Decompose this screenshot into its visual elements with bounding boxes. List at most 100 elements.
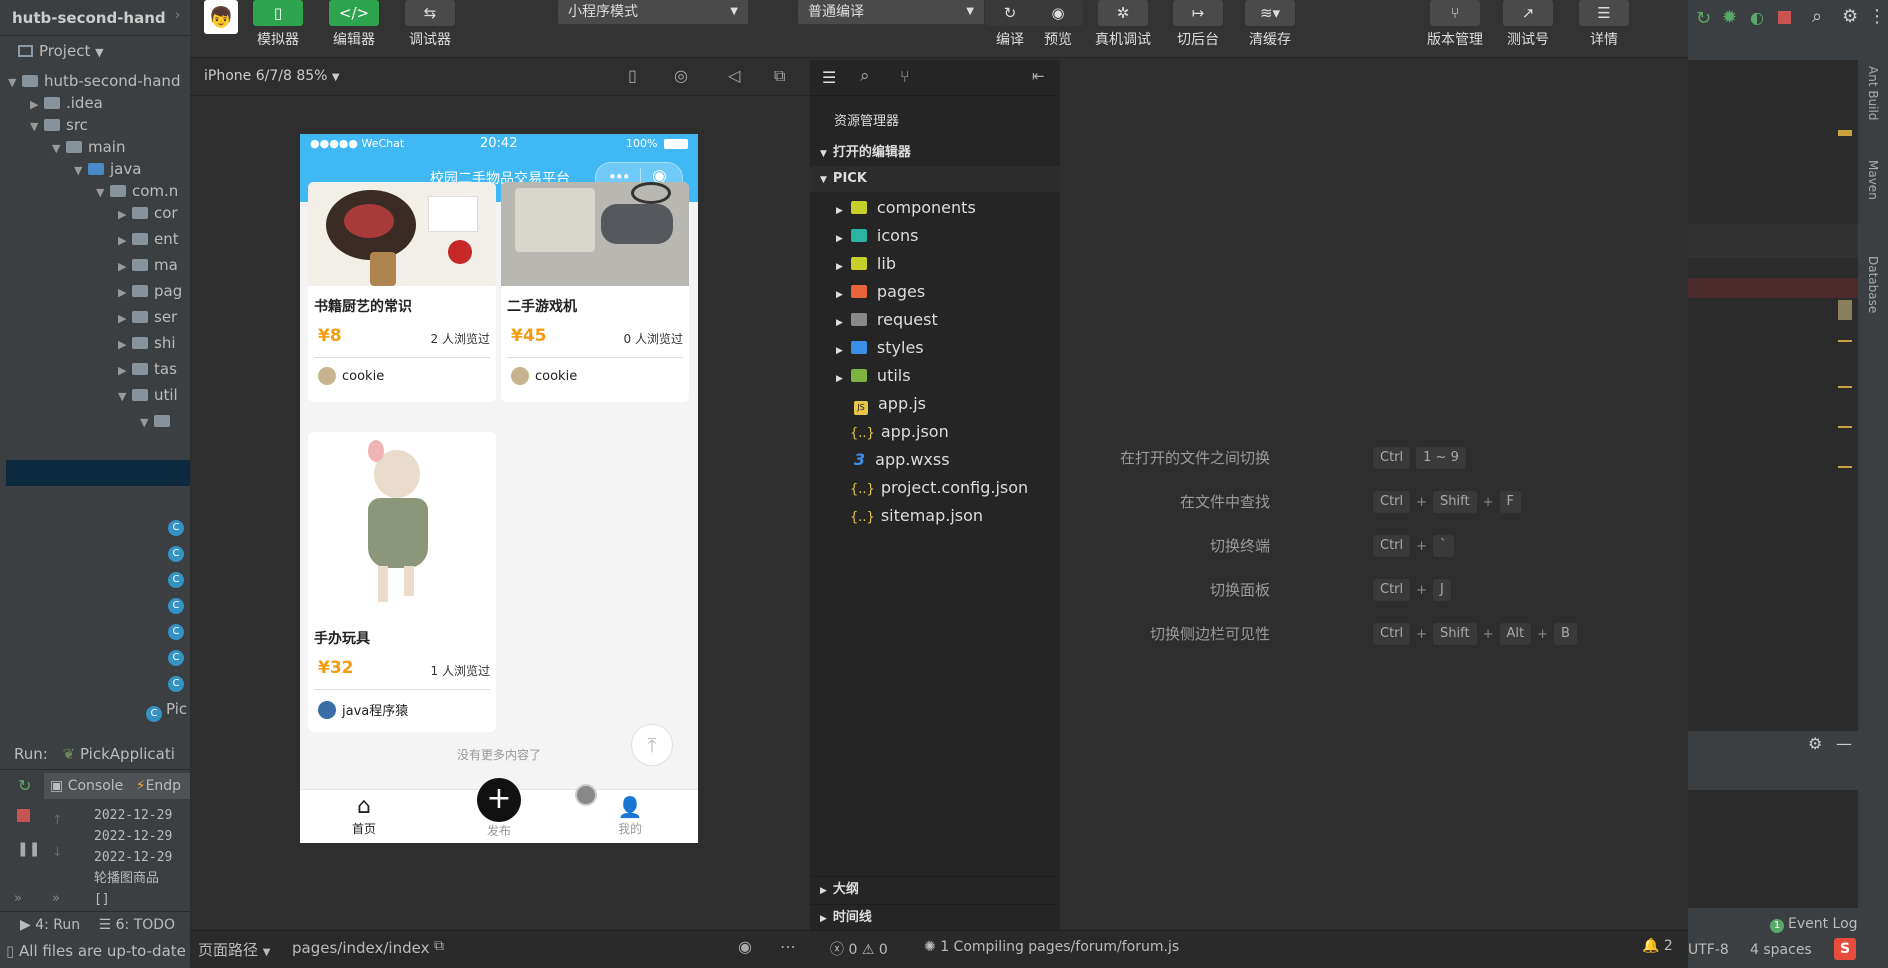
tree-item-pkg[interactable]: ▶ shi — [118, 330, 176, 356]
battery-icon — [664, 139, 688, 149]
tree-item-pkg[interactable]: ▶ ent — [118, 226, 179, 252]
settings-icon[interactable]: ⚙ — [1808, 734, 1822, 753]
outline-section[interactable]: ▶ 大纲 — [810, 876, 1060, 902]
file-sitemap[interactable]: {..} sitemap.json — [850, 502, 983, 530]
timeline-section[interactable]: ▶ 时间线 — [810, 904, 1060, 930]
folder-components[interactable]: ▶ components — [836, 194, 976, 222]
details-button[interactable]: ☰ 详情 — [1578, 0, 1630, 50]
problems-indicator[interactable]: ⓧ 0 ⚠ 0 — [830, 939, 888, 959]
stop-icon[interactable] — [17, 809, 30, 822]
publish-plus-icon[interactable]: + — [477, 778, 521, 822]
device-select[interactable]: iPhone 6/7/8 85% ▼ — [204, 68, 340, 84]
avatar[interactable]: 👦 — [204, 0, 238, 34]
folder-icon — [850, 341, 867, 354]
compile-button[interactable]: ↻ 编译 — [984, 0, 1036, 50]
collapse-panel-icon[interactable]: ⇤ — [1032, 67, 1045, 85]
indent[interactable]: 4 spaces — [1750, 942, 1812, 958]
scroll-up-icon[interactable]: ↑ — [52, 813, 63, 828]
volume-icon[interactable]: ◁ — [728, 66, 740, 85]
debug-icon[interactable]: ✹ — [1722, 7, 1737, 28]
file-project-config[interactable]: {..} project.config.json — [850, 474, 1028, 502]
rerun-icon[interactable]: ↻ — [18, 776, 31, 795]
tree-item-sub[interactable]: ▼ — [140, 408, 176, 434]
event-log[interactable]: 1 Event Log — [1770, 916, 1858, 933]
todo-tool-tab[interactable]: 6: TODO — [116, 917, 175, 933]
preview-button[interactable]: ◉ 预览 — [1032, 0, 1084, 50]
search-icon[interactable]: ⌕ — [860, 66, 870, 86]
more-icon[interactable]: » — [52, 891, 60, 906]
project-dropdown[interactable]: Project ▼ — [18, 42, 104, 60]
file-app-wxss[interactable]: 3 app.wxss — [854, 446, 950, 474]
folder-utils[interactable]: ▶ utils — [836, 362, 911, 390]
goods-card[interactable]: 书籍厨艺的常识 ¥8 2 人浏览过 cookie — [308, 182, 496, 402]
back-to-top-icon[interactable]: ⤒ — [631, 724, 673, 766]
file-app-js[interactable]: JS app.js — [854, 390, 926, 418]
simulator-button[interactable]: ▯ 模拟器 — [252, 0, 304, 50]
notifications[interactable]: 🔔 2 — [1642, 938, 1673, 954]
goods-card[interactable]: 二手游戏机 ¥45 0 人浏览过 cookie — [501, 182, 689, 402]
tab-publish[interactable]: 发布 — [469, 822, 529, 839]
tree-item-util[interactable]: ▼ util — [118, 382, 178, 408]
eye-icon[interactable]: ◉ — [738, 937, 752, 956]
vcs-icon[interactable]: ⚙ — [1842, 6, 1858, 27]
open-editors-section[interactable]: ▼ 打开的编辑器 — [810, 140, 1060, 166]
tree-item-pkg[interactable]: ▶ tas — [118, 356, 177, 382]
folder-styles[interactable]: ▶ styles — [836, 334, 924, 362]
tab-home[interactable]: ⌂ 首页 — [334, 794, 394, 837]
mode-select[interactable]: 小程序模式 ▼ — [558, 0, 748, 24]
floating-dot-icon[interactable] — [575, 784, 597, 806]
folder-icons[interactable]: ▶ icons — [836, 222, 918, 250]
database-tab[interactable]: Database — [1866, 256, 1880, 313]
encoding[interactable]: UTF-8 — [1688, 942, 1729, 958]
tree-selected-row[interactable] — [6, 460, 190, 486]
endpoints-tab[interactable]: Endp — [146, 778, 182, 794]
editor-button[interactable]: </> 编辑器 — [328, 0, 380, 50]
file-app-json[interactable]: {..} app.json — [850, 418, 949, 446]
tab-mine[interactable]: 👤 我的 — [600, 794, 660, 837]
window-icon[interactable]: ⧉ — [774, 66, 785, 86]
background-button[interactable]: ↦ 切后台 — [1172, 0, 1224, 50]
goods-card[interactable]: 手办玩具 ¥32 1 人浏览过 java程序猿 — [308, 432, 496, 732]
run-config-tab[interactable]: PickApplicati — [80, 745, 175, 763]
debugger-button[interactable]: ⇆ 调试器 — [404, 0, 456, 50]
pause-icon[interactable]: ❚❚ — [17, 841, 40, 857]
record-icon[interactable]: ◎ — [674, 66, 688, 85]
folder-pages[interactable]: ▶ pages — [836, 278, 925, 306]
scroll-down-icon[interactable]: ↓ — [52, 845, 63, 860]
ant-build-tab[interactable]: Ant Build — [1866, 66, 1880, 120]
rerun-icon[interactable]: ↻ — [1696, 8, 1711, 29]
coverage-icon[interactable]: ◐ — [1750, 8, 1764, 27]
phone-icon[interactable]: ▯ — [628, 66, 637, 85]
class-icon: C — [168, 598, 184, 614]
more-icon[interactable]: » — [14, 891, 22, 906]
more-icon[interactable]: ⋯ — [780, 937, 796, 956]
test-account-button[interactable]: ↗ 测试号 — [1502, 0, 1554, 50]
run-tool-tab[interactable]: 4: Run — [35, 917, 80, 933]
maven-tab[interactable]: Maven — [1866, 160, 1880, 200]
folder-lib[interactable]: ▶ lib — [836, 250, 896, 278]
search-icon[interactable]: ⌕ — [1812, 6, 1822, 27]
tree-item-pick-app[interactable]: C Pic — [146, 700, 187, 722]
real-debug-button[interactable]: ✲ 真机调试 — [1090, 0, 1156, 50]
compile-mode-select[interactable]: 普通编译 ▼ — [798, 0, 984, 24]
tree-item-pkg[interactable]: ▶ pag — [118, 278, 182, 304]
shortcut-row: 在文件中查找 Ctrl + Shift + F — [1060, 490, 1688, 514]
page-path-select[interactable]: 页面路径 ▼ — [198, 939, 271, 960]
console-tab[interactable]: Console — [68, 778, 124, 794]
tree-item-pkg[interactable]: ▶ ma — [118, 252, 178, 278]
project-section[interactable]: ▼ PICK — [810, 166, 1060, 192]
minimize-icon[interactable]: — — [1836, 734, 1852, 753]
version-button[interactable]: ⑂ 版本管理 — [1422, 0, 1488, 50]
warning-count: 0 — [878, 942, 888, 958]
stop-icon[interactable] — [1778, 11, 1791, 24]
tree-item-pkg[interactable]: ▶ ser — [118, 304, 177, 330]
clear-cache-button[interactable]: ≋▾ 清缓存 — [1244, 0, 1296, 50]
folder-request[interactable]: ▶ request — [836, 306, 938, 334]
tree-item-pkg[interactable]: ▶ cor — [118, 200, 178, 226]
more-icon[interactable]: ⋮ — [1868, 6, 1886, 27]
list-icon[interactable]: ☰ — [822, 68, 836, 87]
run-panel-strip — [1688, 756, 1858, 790]
git-icon[interactable]: ⑂ — [900, 67, 910, 86]
key: Ctrl — [1373, 579, 1411, 601]
copy-icon[interactable]: ⧉ — [434, 938, 444, 954]
